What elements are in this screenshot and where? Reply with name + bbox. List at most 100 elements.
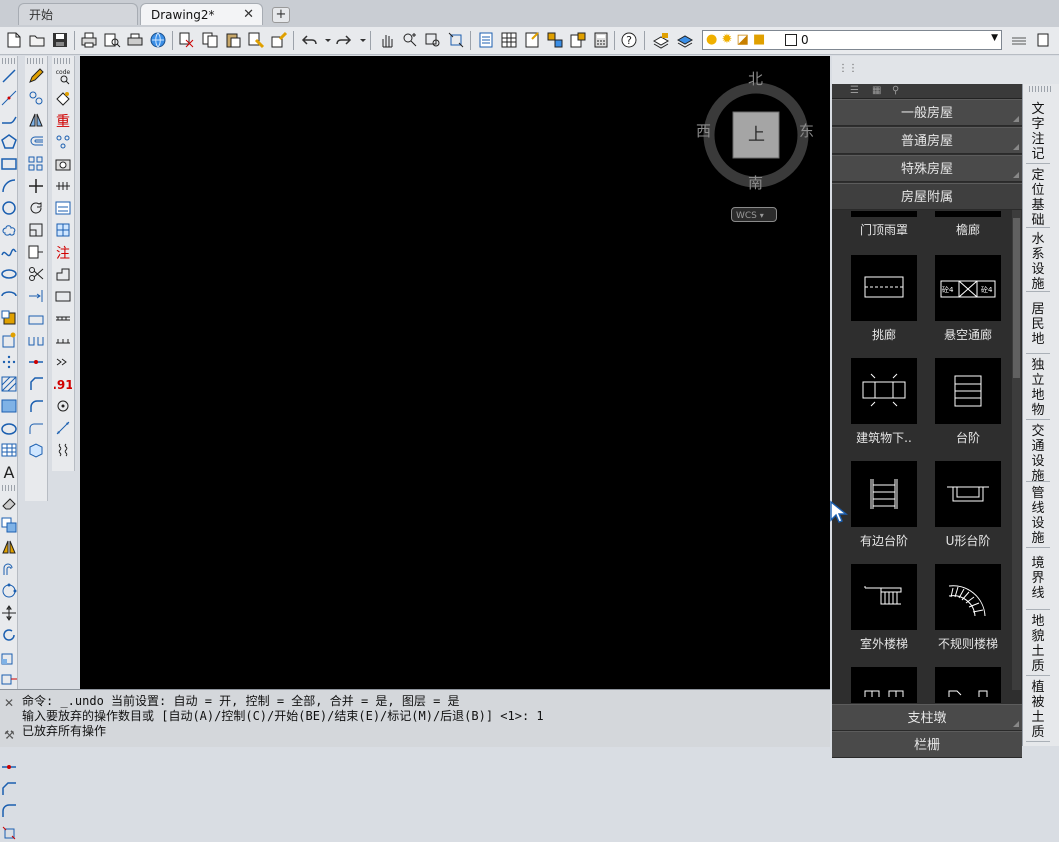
help-icon[interactable]: ? — [620, 31, 638, 49]
close-icon[interactable]: ✕ — [4, 696, 14, 710]
region-icon[interactable] — [0, 419, 18, 437]
fillet-icon[interactable] — [27, 397, 45, 415]
extend-icon[interactable] — [27, 287, 45, 305]
attribute-icon[interactable] — [54, 89, 72, 107]
paste-icon[interactable] — [224, 31, 242, 49]
palette-grip-icon[interactable]: ⋮⋮ — [838, 63, 858, 74]
array-icon[interactable] — [0, 582, 18, 600]
print-icon[interactable] — [80, 31, 98, 49]
zoom-window-icon[interactable] — [424, 31, 442, 49]
pencil-icon[interactable] — [27, 67, 45, 85]
print-preview-icon[interactable] — [103, 31, 121, 49]
sidetab-residential[interactable]: 居民地 — [1026, 292, 1050, 354]
chamfer-icon[interactable] — [0, 780, 18, 798]
grid-point-icon[interactable] — [54, 221, 72, 239]
match-properties-icon[interactable] — [247, 31, 265, 49]
list-view-icon[interactable]: ☰ — [850, 84, 859, 98]
close-icon[interactable]: ✕ — [243, 4, 254, 26]
scrollbar-thumb[interactable] — [1013, 218, 1020, 378]
redraw-icon[interactable]: 重 — [54, 111, 72, 129]
redo-icon[interactable] — [335, 31, 353, 49]
blend-curves-icon[interactable] — [27, 419, 45, 437]
building-outline-icon[interactable] — [54, 265, 72, 283]
railway-icon[interactable] — [54, 309, 72, 327]
pin-icon[interactable]: ⚲ — [892, 84, 899, 98]
compass-north[interactable]: 北 — [748, 68, 763, 89]
palette-item-edged-steps[interactable]: 有边台阶 — [851, 461, 917, 549]
join-icon[interactable] — [0, 758, 18, 776]
ellipse-arc-icon[interactable] — [0, 287, 18, 305]
command-window[interactable]: ✕ ⚒ 命令: _.undo 当前设置: 自动 = 开, 控制 = 全部, 合并… — [0, 689, 830, 747]
save-icon[interactable] — [51, 31, 69, 49]
camera-icon[interactable] — [54, 155, 72, 173]
fence-icon[interactable] — [54, 177, 72, 195]
undo-dropdown-icon[interactable] — [319, 31, 331, 49]
copy-icon[interactable] — [201, 31, 219, 49]
category-pillar-pier[interactable]: 支柱墩 — [832, 704, 1022, 731]
viewcube[interactable]: 北 南 东 西 上 — [696, 70, 814, 193]
sidetab-positioning-base[interactable]: 定位基础 — [1026, 164, 1050, 228]
mirror-icon[interactable] — [0, 538, 18, 556]
circle-icon[interactable] — [0, 199, 18, 217]
copy-object-icon[interactable] — [27, 89, 45, 107]
category-special-house[interactable]: 特殊房屋 — [832, 155, 1022, 182]
publish-icon[interactable] — [149, 31, 167, 49]
layer-dropdown[interactable]: ● ✹ ◪ ■ 0 ▼ — [702, 30, 1002, 50]
toolbar-more-icon[interactable] — [1034, 31, 1052, 49]
palette-item-balcony-gallery[interactable]: 挑廊 — [851, 255, 917, 343]
boundary-line-icon[interactable] — [54, 331, 72, 349]
palette-scrollbar[interactable] — [1012, 210, 1021, 690]
stretch-icon[interactable] — [27, 243, 45, 261]
category-ordinary-house[interactable]: 普通房屋 — [832, 127, 1022, 154]
vegetation-fill-icon[interactable] — [54, 353, 72, 371]
category-railing[interactable]: 栏栅 — [832, 731, 1022, 758]
3d-box-icon[interactable] — [27, 441, 45, 459]
sidetab-transport-facilities[interactable]: 交通设施 — [1026, 420, 1050, 484]
scale-icon[interactable] — [0, 648, 18, 666]
stretch-icon[interactable] — [0, 670, 18, 688]
contour-icon[interactable] — [54, 441, 72, 459]
compass-south[interactable]: 南 — [748, 172, 763, 193]
add-tab-button[interactable]: + — [272, 7, 290, 23]
properties-icon[interactable] — [477, 31, 495, 49]
arc-icon[interactable] — [0, 177, 18, 195]
zoom-realtime-icon[interactable] — [401, 31, 419, 49]
drawing-canvas[interactable]: 北 南 东 西 上 WCS ▾ — [80, 56, 830, 689]
category-general-house[interactable]: 一般房屋 — [832, 99, 1022, 126]
point-icon[interactable] — [0, 353, 18, 371]
toolbar-grip-icon[interactable] — [1010, 31, 1028, 49]
chamfer-icon[interactable] — [27, 375, 45, 393]
break-icon[interactable] — [27, 309, 45, 327]
make-block-icon[interactable] — [0, 331, 18, 349]
markup-icon[interactable] — [569, 31, 587, 49]
offset-icon[interactable] — [27, 133, 45, 151]
sidetab-text-annotation[interactable]: 文字注记 — [1026, 98, 1050, 164]
layer-states-icon[interactable] — [676, 31, 694, 49]
rectangle-house-icon[interactable] — [54, 287, 72, 305]
copy-object-icon[interactable] — [0, 516, 18, 534]
sidetab-vegetation-soil[interactable]: 植被土质 — [1026, 676, 1050, 742]
spline-icon[interactable] — [0, 243, 18, 261]
eraser-icon[interactable] — [0, 494, 18, 512]
construction-line-icon[interactable] — [0, 89, 18, 107]
control-point-icon[interactable] — [54, 397, 72, 415]
ellipse-icon[interactable] — [0, 265, 18, 283]
elevation-label-icon[interactable]: .91 — [54, 375, 72, 393]
sidetab-pipeline-facilities[interactable]: 管线设施 — [1026, 482, 1050, 548]
palette-item-u-steps[interactable]: U形台阶 — [935, 461, 1001, 549]
undo-icon[interactable] — [300, 31, 318, 49]
scale-icon[interactable] — [27, 221, 45, 239]
calculator-icon[interactable] — [592, 31, 610, 49]
block-editor-icon[interactable] — [270, 31, 288, 49]
cut-icon[interactable] — [178, 31, 196, 49]
palette-item-building-underpass[interactable]: 建筑物下.. — [851, 358, 917, 446]
category-house-attachments[interactable]: 房屋附属 — [832, 183, 1022, 210]
sheet-set-icon[interactable] — [546, 31, 564, 49]
revision-cloud-icon[interactable] — [0, 221, 18, 239]
join-icon[interactable] — [27, 353, 45, 371]
rotate-icon[interactable] — [0, 626, 18, 644]
point-group-icon[interactable] — [54, 133, 72, 151]
wcs-menu[interactable]: WCS ▾ — [731, 207, 777, 222]
wrench-icon[interactable]: ⚒ — [4, 728, 15, 742]
polygon-icon[interactable] — [0, 133, 18, 151]
